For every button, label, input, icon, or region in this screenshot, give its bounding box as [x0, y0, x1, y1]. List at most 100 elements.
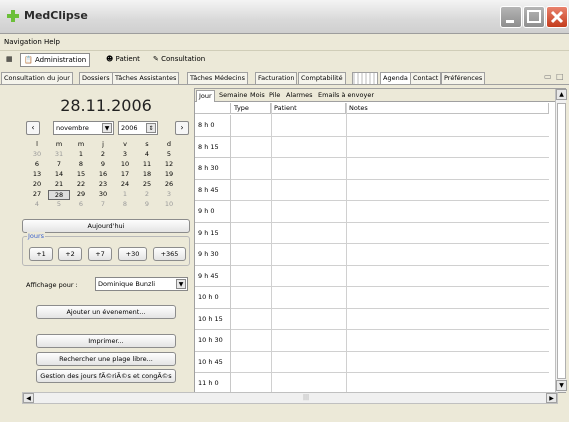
maximize-view-icon[interactable]: □: [556, 72, 564, 81]
tab-alarmes[interactable]: Alarmes: [284, 90, 315, 102]
calendar-day[interactable]: 28: [48, 190, 70, 200]
calendar-day[interactable]: 3: [158, 190, 180, 198]
tab-taches-medecins[interactable]: Tâches Médecins: [187, 72, 248, 84]
tab-agenda[interactable]: Agenda: [380, 72, 411, 84]
calendar-day[interactable]: 11: [136, 160, 158, 168]
tab-consultation-du-jour[interactable]: Consultation du jour: [1, 72, 73, 84]
appointment-slot[interactable]: [231, 158, 549, 180]
calendar-day[interactable]: 24: [114, 180, 136, 188]
calendar-day[interactable]: 7: [48, 160, 70, 168]
calendar-day[interactable]: 6: [26, 160, 48, 168]
year-spinner[interactable]: 2006 ⇕: [118, 121, 158, 135]
month-select[interactable]: novembre ▼: [53, 121, 114, 135]
calendar-day[interactable]: 6: [70, 200, 92, 208]
scroll-thumb[interactable]: [557, 103, 566, 379]
calendar-day[interactable]: 21: [48, 180, 70, 188]
calendar-day[interactable]: 10: [158, 200, 180, 208]
jump-365-days-button[interactable]: +365: [153, 247, 186, 261]
calendar-day[interactable]: 18: [136, 170, 158, 178]
holidays-button[interactable]: Gestion des jours fÃ©riÃ©s et congÃ©s: [36, 369, 176, 383]
calendar-day[interactable]: 2: [136, 190, 158, 198]
calendar-day[interactable]: 8: [114, 200, 136, 208]
close-button[interactable]: [546, 6, 568, 28]
find-free-slot-button[interactable]: Rechercher une plage libre...: [36, 352, 176, 366]
calendar-day[interactable]: 16: [92, 170, 114, 178]
tab-preferences[interactable]: Préférences: [441, 72, 486, 84]
calendar-day[interactable]: 9: [136, 200, 158, 208]
scroll-right-icon[interactable]: ▶: [546, 393, 557, 403]
calendar-day[interactable]: 7: [92, 200, 114, 208]
tab-dossiers[interactable]: Dossiers: [79, 72, 113, 84]
calendar-day[interactable]: 23: [92, 180, 114, 188]
prev-month-button[interactable]: ‹: [26, 121, 40, 135]
calendar-day[interactable]: 4: [136, 150, 158, 158]
tab-semaine[interactable]: Semaine: [217, 90, 249, 102]
appointment-slot[interactable]: [231, 137, 549, 158]
calendar-day[interactable]: 30: [26, 150, 48, 158]
next-month-button[interactable]: ›: [175, 121, 189, 135]
tab-jour[interactable]: Jour: [196, 90, 215, 102]
scroll-down-icon[interactable]: ▼: [556, 380, 567, 391]
calendar-day[interactable]: 10: [114, 160, 136, 168]
calendar-day[interactable]: 30: [92, 190, 114, 198]
vertical-scrollbar[interactable]: ▲ ▼: [555, 89, 567, 392]
calendar-day[interactable]: 15: [70, 170, 92, 178]
appointment-slot[interactable]: [231, 244, 549, 266]
calendar-day[interactable]: 3: [114, 150, 136, 158]
tab-mois[interactable]: Mois: [248, 90, 267, 102]
appointment-slot[interactable]: [231, 115, 549, 137]
scroll-up-icon[interactable]: ▲: [556, 89, 567, 100]
calendar-day[interactable]: 5: [158, 150, 180, 158]
appointment-slot[interactable]: [231, 330, 549, 352]
tab-facturation[interactable]: Facturation: [255, 72, 298, 84]
calendar-day[interactable]: 22: [70, 180, 92, 188]
minimize-button[interactable]: [500, 6, 522, 28]
toolbar-administration[interactable]: 📋 Administration: [20, 53, 91, 67]
today-button[interactable]: Aujourd'hui: [22, 219, 190, 233]
maximize-button[interactable]: [523, 6, 545, 28]
jump-2-days-button[interactable]: +2: [58, 247, 82, 261]
calendar-day[interactable]: 27: [26, 190, 48, 198]
calendar-day[interactable]: 1: [114, 190, 136, 198]
horizontal-scrollbar[interactable]: ◀ ||| ▶: [22, 392, 558, 404]
add-event-button[interactable]: Ajouter un évenement...: [36, 305, 176, 319]
calendar-day[interactable]: 19: [158, 170, 180, 178]
calendar-day[interactable]: 13: [26, 170, 48, 178]
scroll-left-icon[interactable]: ◀: [23, 393, 34, 403]
calendar-day[interactable]: 26: [158, 180, 180, 188]
appointment-slot[interactable]: [231, 352, 549, 373]
calendar-day[interactable]: 17: [114, 170, 136, 178]
calendar-day[interactable]: 20: [26, 180, 48, 188]
jump-1-day-button[interactable]: +1: [29, 247, 53, 261]
calendar-day[interactable]: 5: [48, 200, 70, 208]
calendar-day[interactable]: 12: [158, 160, 180, 168]
appointment-slot[interactable]: [231, 201, 549, 223]
affichage-select[interactable]: Dominique Bunzli ▼: [95, 277, 188, 291]
calendar-day[interactable]: 8: [70, 160, 92, 168]
menu-help[interactable]: Help: [44, 38, 60, 46]
toolbar-patient[interactable]: ☻ Patient: [103, 53, 143, 67]
tab-pile[interactable]: Pile: [267, 90, 282, 102]
menu-navigation[interactable]: Navigation: [4, 38, 42, 46]
print-button[interactable]: Imprimer...: [36, 334, 176, 348]
calendar-day[interactable]: 9: [92, 160, 114, 168]
calendar-day[interactable]: 2: [92, 150, 114, 158]
tab-contact[interactable]: Contact: [410, 72, 442, 84]
calendar-day[interactable]: 14: [48, 170, 70, 178]
appointment-slot[interactable]: [231, 309, 549, 330]
patient-column-header[interactable]: Patient: [271, 103, 346, 114]
toolbar-grid-icon[interactable]: ▦: [3, 53, 16, 67]
tab-emails[interactable]: Emails à envoyer: [316, 90, 376, 102]
calendar-day[interactable]: 4: [26, 200, 48, 208]
jump-7-days-button[interactable]: +7: [88, 247, 112, 261]
type-column-header[interactable]: Type: [231, 103, 271, 114]
tab-comptabilite[interactable]: Comptabilité: [298, 72, 346, 84]
calendar-day[interactable]: 1: [70, 150, 92, 158]
appointment-slot[interactable]: [231, 266, 549, 287]
notes-column-header[interactable]: Notes: [346, 103, 549, 114]
minimize-view-icon[interactable]: ▭: [544, 72, 552, 81]
toolbar-consultation[interactable]: ✎ Consultation: [150, 53, 208, 67]
calendar-day[interactable]: 31: [48, 150, 70, 158]
appointment-slot[interactable]: [231, 223, 549, 244]
tab-taches-assistantes[interactable]: Tâches Assistantes: [112, 72, 180, 84]
